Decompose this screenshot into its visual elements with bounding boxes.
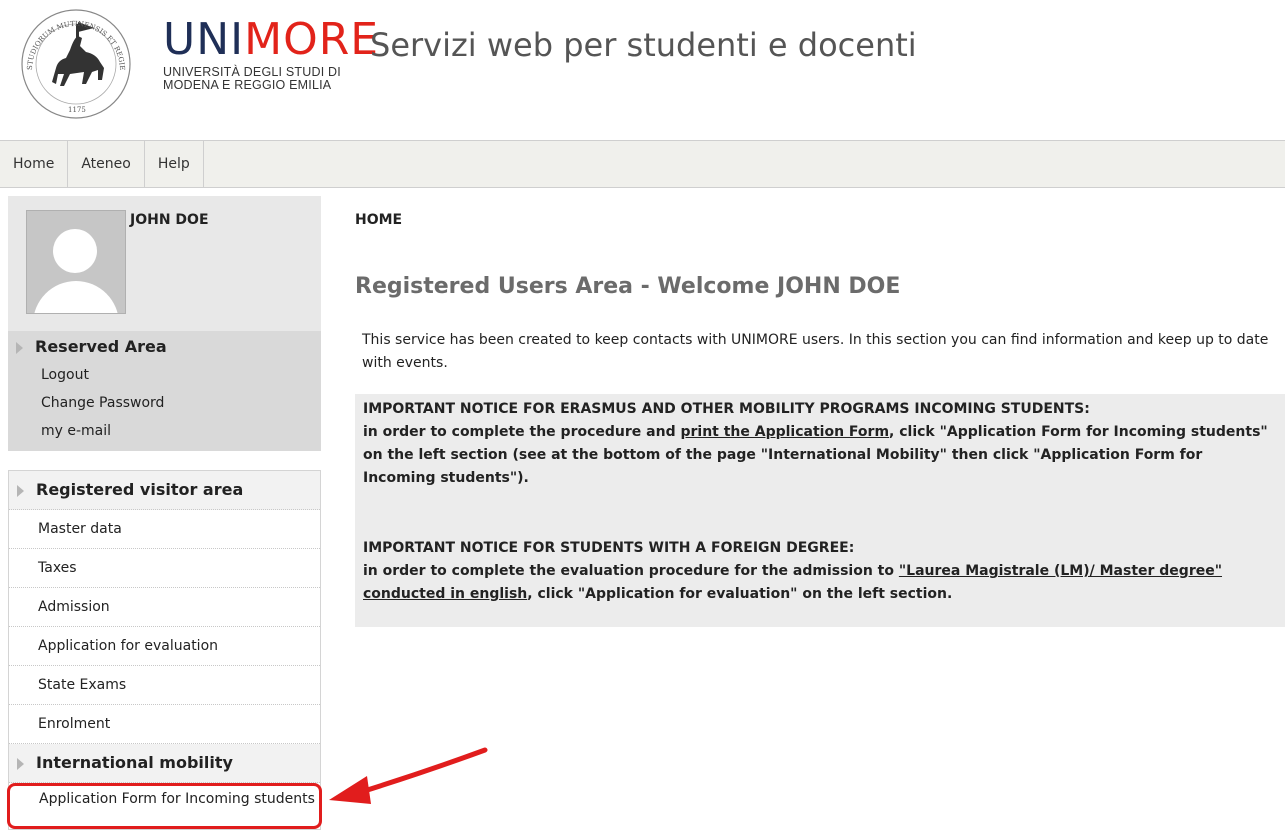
brand-subtitle: UNIVERSITÀ DEGLI STUDI DI MODENA E REGGI… [163,65,341,92]
university-seal-logo: STUDIORUM MUTINENSIS ET REGIENSIS UNIVER… [12,8,131,119]
menu-heading-registered-visitor[interactable]: Registered visitor area [9,471,320,510]
user-name: JOHN DOE [130,212,209,228]
svg-text:1175: 1175 [68,106,86,114]
annotation-arrow-icon [329,747,488,804]
notice-box: IMPORTANT NOTICE FOR ERASMUS AND OTHER M… [355,394,1285,627]
brand-name: UNIMORE [163,14,380,65]
sidebar-item-taxes[interactable]: Taxes [9,549,320,588]
sidebar-item-application-for-evaluation[interactable]: Application for evaluation [9,627,320,666]
site-header: STUDIORUM MUTINENSIS ET REGIENSIS UNIVER… [0,0,1285,140]
expand-triangle-icon [17,757,24,770]
sidebar-item-master-data[interactable]: Master data [9,510,320,549]
print-application-form-link[interactable]: print the Application Form [680,424,889,440]
sidebar-item-admission[interactable]: Admission [9,588,320,627]
expand-triangle-icon [17,484,24,497]
my-email-link[interactable]: my e-mail [41,423,111,439]
change-password-link[interactable]: Change Password [41,395,164,411]
expand-triangle-icon [16,341,23,354]
top-nav: Home Ateneo Help [0,140,1285,188]
logout-link[interactable]: Logout [41,367,89,383]
sidebar-item-enrolment[interactable]: Enrolment [9,705,320,744]
sidebar-menu: Registered visitor area Master data Taxe… [7,470,322,830]
notice-erasmus-heading: IMPORTANT NOTICE FOR ERASMUS AND OTHER M… [363,401,1090,417]
page-title: Registered Users Area - Welcome JOHN DOE [355,274,901,299]
user-box: JOHN DOE [8,196,321,331]
nav-home[interactable]: Home [0,141,69,187]
menu-heading-international-mobility[interactable]: International mobility [9,744,320,783]
nav-help[interactable]: Help [145,141,204,187]
notice-foreign-degree-heading: IMPORTANT NOTICE FOR STUDENTS WITH A FOR… [363,540,855,556]
sidebar-item-application-form-incoming[interactable]: Application Form for Incoming students [7,783,322,829]
notice-foreign-degree-body: in order to complete the evaluation proc… [363,563,1223,602]
nav-ateneo[interactable]: Ateneo [68,141,145,187]
breadcrumb: HOME [355,212,403,228]
avatar [26,210,126,314]
brand-wordmark: UNIMORE UNIVERSITÀ DEGLI STUDI DI MODENA… [163,18,379,92]
sidebar-item-state-exams[interactable]: State Exams [9,666,320,705]
intro-text: This service has been created to keep co… [362,332,1269,371]
reserved-area: Reserved Area Logout Change Password my … [8,331,321,451]
notice-erasmus-body: in order to complete the procedure and p… [363,424,1268,486]
reserved-area-title[interactable]: Reserved Area [16,337,167,356]
site-title: Servizi web per studenti e docenti [370,26,917,64]
